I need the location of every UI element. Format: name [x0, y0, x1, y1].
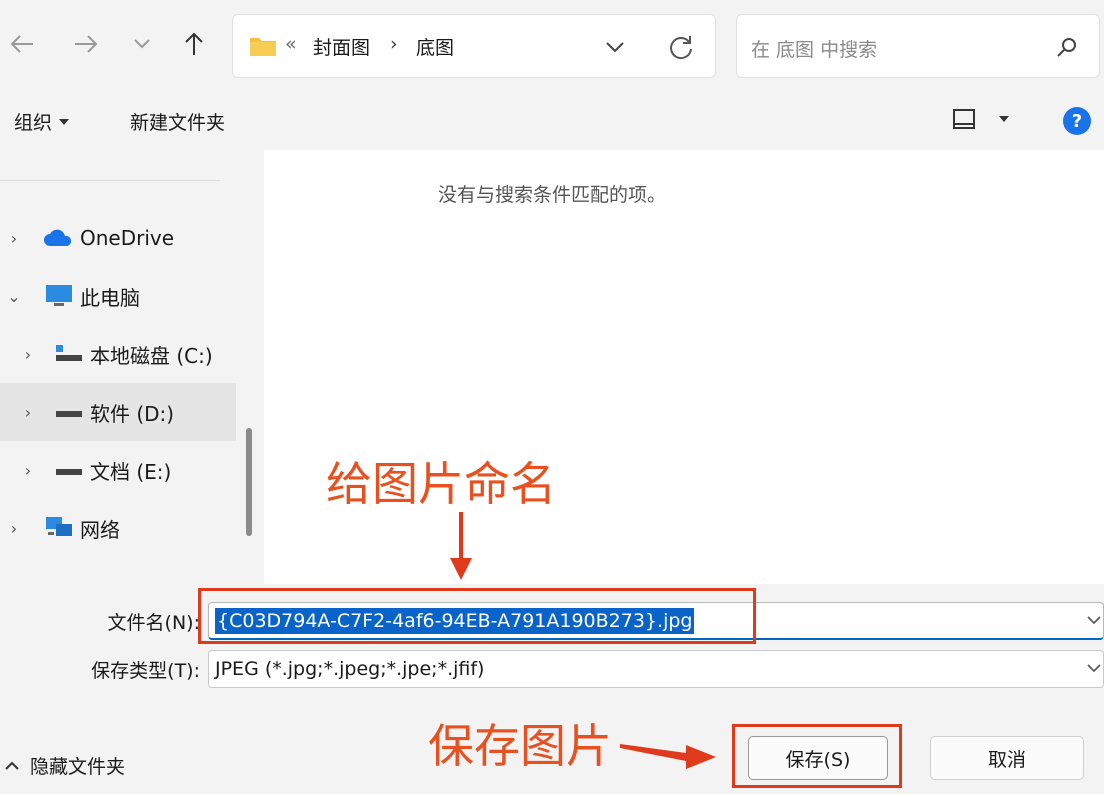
address-history-chevron-icon[interactable] — [605, 41, 625, 53]
expand-chevron-icon[interactable]: › — [18, 403, 38, 422]
search-icon — [1057, 38, 1076, 57]
chevron-up-icon — [5, 761, 19, 770]
recent-locations-button[interactable] — [122, 24, 162, 64]
arrow-right-icon — [75, 35, 98, 53]
expand-chevron-icon[interactable]: › — [18, 345, 38, 364]
organize-label: 组织 — [14, 112, 53, 134]
sidebar-item-label: 软件 (D:) — [90, 401, 175, 426]
annotation-save-highlight — [732, 724, 902, 788]
chevron-down-icon — [134, 39, 150, 49]
divider — [0, 180, 220, 181]
chevron-down-icon[interactable] — [1087, 615, 1101, 625]
sidebar-item-label: OneDrive — [80, 226, 175, 250]
svg-text:?: ? — [1072, 111, 1082, 132]
sidebar-item-drive-e[interactable]: › 文档 (E:) — [0, 441, 236, 499]
caret-down-icon — [999, 116, 1009, 122]
drive-icon — [56, 469, 82, 475]
breadcrumb-item-0[interactable]: 封面图 — [313, 33, 370, 60]
filename-label: 文件名(N): — [107, 612, 200, 634]
drive-icon — [56, 411, 82, 417]
arrow-up-icon — [185, 32, 203, 55]
file-list[interactable]: 没有与搜索条件匹配的项。 — [264, 150, 1104, 584]
chevron-down-icon[interactable] — [1087, 663, 1101, 673]
address-bar[interactable]: « 封面图 › 底图 — [232, 14, 716, 78]
sidebar-item-onedrive[interactable]: › OneDrive — [0, 209, 236, 267]
organize-menu[interactable]: 组织 — [14, 108, 70, 135]
sidebar-item-label: 本地磁盘 (C:) — [90, 343, 213, 368]
search-box[interactable]: 在 底图 中搜索 — [736, 14, 1100, 78]
sidebar-item-drive-d[interactable]: › 软件 (D:) — [0, 383, 236, 441]
sidebar-scrollbar-thumb[interactable] — [246, 428, 252, 536]
annotation-arrow-down-icon — [450, 512, 472, 580]
breadcrumb-separator: › — [390, 33, 398, 55]
forward-button[interactable] — [66, 24, 106, 64]
view-menu[interactable] — [952, 108, 1010, 130]
caret-down-icon — [59, 118, 70, 125]
annotation-save-image: 保存图片 — [428, 719, 612, 773]
network-icon — [46, 517, 72, 536]
sidebar-item-label: 文档 (E:) — [90, 459, 172, 484]
annotation-name-image: 给图片命名 — [326, 457, 556, 511]
drive-icon — [56, 345, 82, 361]
sidebar-item-drive-c[interactable]: › 本地磁盘 (C:) — [0, 325, 236, 383]
breadcrumb-overflow[interactable]: « — [285, 33, 297, 55]
collapse-chevron-icon[interactable]: ⌄ — [4, 287, 24, 306]
expand-chevron-icon[interactable]: › — [4, 519, 24, 538]
filetype-value: JPEG (*.jpg;*.jpeg;*.jpe;*.jfif) — [215, 658, 485, 680]
command-bar: 组织 新建文件夹 ? — [0, 92, 1104, 150]
empty-message: 没有与搜索条件匹配的项。 — [437, 184, 666, 206]
sidebar-item-this-pc[interactable]: ⌄ 此电脑 — [0, 267, 236, 325]
filetype-label: 保存类型(T): — [91, 660, 200, 682]
cloud-icon — [44, 229, 72, 246]
up-button[interactable] — [174, 24, 214, 64]
hide-folders-label: 隐藏文件夹 — [30, 756, 126, 778]
breadcrumb-item-1[interactable]: 底图 — [416, 33, 454, 60]
sidebar-item-label: 此电脑 — [80, 285, 140, 310]
cancel-button[interactable]: 取消 — [930, 736, 1084, 780]
annotation-arrow-right-icon — [620, 744, 716, 769]
filetype-select[interactable]: JPEG (*.jpg;*.jpeg;*.jpe;*.jfif) — [208, 650, 1104, 688]
hide-folders-toggle[interactable]: 隐藏文件夹 — [4, 752, 125, 779]
sidebar-item-network[interactable]: › 网络 — [0, 499, 236, 557]
new-folder-button[interactable]: 新建文件夹 — [130, 108, 225, 135]
sidebar-item-label: 网络 — [80, 517, 120, 542]
folder-icon — [250, 38, 276, 56]
expand-chevron-icon[interactable]: › — [4, 229, 24, 248]
refresh-icon[interactable] — [667, 33, 695, 61]
help-icon[interactable]: ? — [1062, 106, 1092, 136]
search-input[interactable]: 在 底图 中搜索 — [751, 35, 877, 62]
expand-chevron-icon[interactable]: › — [18, 461, 38, 480]
back-button[interactable] — [2, 24, 42, 64]
arrow-left-icon — [10, 35, 33, 53]
annotation-filename-highlight — [198, 588, 756, 644]
view-pane-icon — [953, 109, 975, 129]
monitor-icon — [46, 285, 72, 306]
navigation-pane[interactable]: › OneDrive ⌄ 此电脑 › 本地磁盘 (C:) › 软件 (D:) ›… — [0, 150, 262, 584]
navigation-bar: « 封面图 › 底图 在 底图 中搜索 — [0, 0, 1104, 92]
